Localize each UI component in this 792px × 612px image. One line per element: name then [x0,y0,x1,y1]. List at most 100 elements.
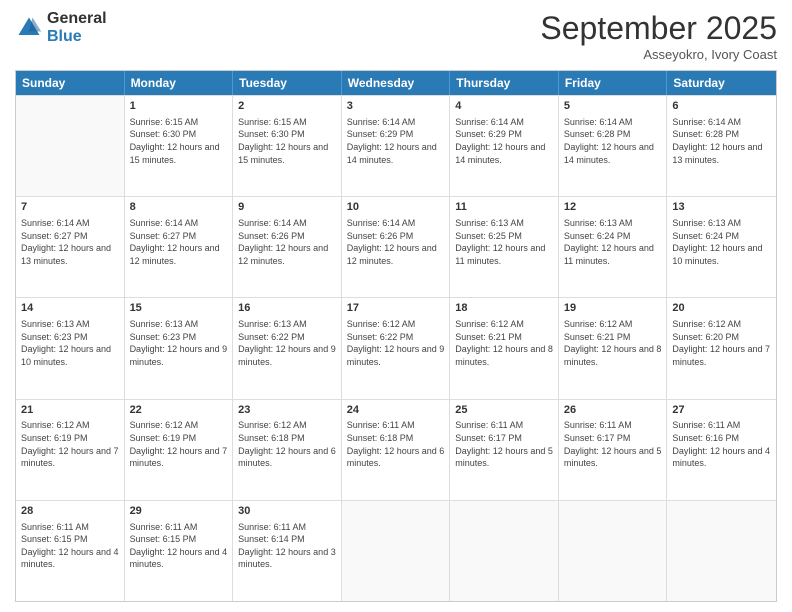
calendar-day-empty [559,501,668,601]
day-info-2: Sunrise: 6:15 AM Sunset: 6:30 PM Dayligh… [238,116,336,166]
day-info-12: Sunrise: 6:13 AM Sunset: 6:24 PM Dayligh… [564,217,662,267]
calendar-day-23: 23Sunrise: 6:12 AM Sunset: 6:18 PM Dayli… [233,400,342,500]
day-info-3: Sunrise: 6:14 AM Sunset: 6:29 PM Dayligh… [347,116,445,166]
calendar-day-1: 1 Sunrise: 6:15 AM Sunset: 6:30 PM Daylig… [125,96,234,196]
day-number-3: 3 [347,99,445,114]
day-info-14: Sunrise: 6:13 AM Sunset: 6:23 PM Dayligh… [21,318,119,368]
calendar: SundayMondayTuesdayWednesdayThursdayFrid… [15,70,777,602]
calendar-week-2: 7 Sunrise: 6:14 AM Sunset: 6:27 PM Daylig… [16,196,776,297]
day-info-28: Sunrise: 6:11 AM Sunset: 6:15 PM Dayligh… [21,521,119,571]
day-number-23: 23 [238,403,336,418]
day-info-13: Sunrise: 6:13 AM Sunset: 6:24 PM Dayligh… [672,217,771,267]
calendar-day-18: 18 Sunrise: 6:12 AM Sunset: 6:21 PM Dayli… [450,298,559,398]
day-number-9: 9 [238,200,336,215]
calendar-day-12: 12Sunrise: 6:13 AM Sunset: 6:24 PM Dayli… [559,197,668,297]
day-number-7: 7 [21,200,119,215]
day-number-1: 1 [130,99,228,114]
calendar-body: 1 Sunrise: 6:15 AM Sunset: 6:30 PM Daylig… [16,95,776,601]
day-info-20: Sunrise: 6:12 AM Sunset: 6:20 PM Dayligh… [672,318,771,368]
day-number-22: 22 [130,403,228,418]
header: General Blue September 2025 Asseyokro, I… [15,10,777,62]
day-number-13: 13 [672,200,771,215]
day-number-17: 17 [347,301,445,316]
header-day-sunday: Sunday [16,71,125,95]
calendar-day-26: 26Sunrise: 6:11 AM Sunset: 6:17 PM Dayli… [559,400,668,500]
day-info-29: Sunrise: 6:11 AM Sunset: 6:15 PM Dayligh… [130,521,228,571]
calendar-day-7: 7 Sunrise: 6:14 AM Sunset: 6:27 PM Daylig… [16,197,125,297]
calendar-day-20: 20 Sunrise: 6:12 AM Sunset: 6:20 PM Dayli… [667,298,776,398]
calendar-day-17: 17Sunrise: 6:12 AM Sunset: 6:22 PM Dayli… [342,298,451,398]
calendar-day-30: 30Sunrise: 6:11 AM Sunset: 6:14 PM Dayli… [233,501,342,601]
calendar-day-16: 16 Sunrise: 6:13 AM Sunset: 6:22 PM Dayli… [233,298,342,398]
calendar-day-empty [450,501,559,601]
logo-general-text: General [47,10,107,28]
day-number-14: 14 [21,301,119,316]
logo-icon [15,14,43,42]
header-day-wednesday: Wednesday [342,71,451,95]
header-day-friday: Friday [559,71,668,95]
day-number-10: 10 [347,200,445,215]
calendar-day-25: 25Sunrise: 6:11 AM Sunset: 6:17 PM Dayli… [450,400,559,500]
header-day-tuesday: Tuesday [233,71,342,95]
logo-text: General Blue [47,10,107,45]
header-day-monday: Monday [125,71,234,95]
day-number-21: 21 [21,403,119,418]
day-number-8: 8 [130,200,228,215]
calendar-header-row: SundayMondayTuesdayWednesdayThursdayFrid… [16,71,776,95]
day-info-25: Sunrise: 6:11 AM Sunset: 6:17 PM Dayligh… [455,419,553,469]
day-number-18: 18 [455,301,553,316]
calendar-day-11: 11 Sunrise: 6:13 AM Sunset: 6:25 PM Dayli… [450,197,559,297]
day-number-6: 6 [672,99,771,114]
day-info-18: Sunrise: 6:12 AM Sunset: 6:21 PM Dayligh… [455,318,553,368]
day-info-1: Sunrise: 6:15 AM Sunset: 6:30 PM Dayligh… [130,116,228,166]
day-info-21: Sunrise: 6:12 AM Sunset: 6:19 PM Dayligh… [21,419,119,469]
day-info-19: Sunrise: 6:12 AM Sunset: 6:21 PM Dayligh… [564,318,662,368]
calendar-day-4: 4 Sunrise: 6:14 AM Sunset: 6:29 PM Daylig… [450,96,559,196]
day-info-9: Sunrise: 6:14 AM Sunset: 6:26 PM Dayligh… [238,217,336,267]
day-number-29: 29 [130,504,228,519]
month-title: September 2025 [540,10,777,47]
day-number-25: 25 [455,403,553,418]
day-info-15: Sunrise: 6:13 AM Sunset: 6:23 PM Dayligh… [130,318,228,368]
day-number-5: 5 [564,99,662,114]
day-info-11: Sunrise: 6:13 AM Sunset: 6:25 PM Dayligh… [455,217,553,267]
calendar-day-empty [342,501,451,601]
calendar-day-14: 14 Sunrise: 6:13 AM Sunset: 6:23 PM Dayli… [16,298,125,398]
location-subtitle: Asseyokro, Ivory Coast [540,47,777,62]
calendar-day-15: 15 Sunrise: 6:13 AM Sunset: 6:23 PM Dayli… [125,298,234,398]
day-info-4: Sunrise: 6:14 AM Sunset: 6:29 PM Dayligh… [455,116,553,166]
calendar-day-27: 27Sunrise: 6:11 AM Sunset: 6:16 PM Dayli… [667,400,776,500]
calendar-day-9: 9 Sunrise: 6:14 AM Sunset: 6:26 PM Daylig… [233,197,342,297]
calendar-week-4: 21Sunrise: 6:12 AM Sunset: 6:19 PM Dayli… [16,399,776,500]
calendar-day-10: 10 Sunrise: 6:14 AM Sunset: 6:26 PM Dayli… [342,197,451,297]
day-number-27: 27 [672,403,771,418]
day-number-4: 4 [455,99,553,114]
calendar-day-22: 22Sunrise: 6:12 AM Sunset: 6:19 PM Dayli… [125,400,234,500]
header-day-thursday: Thursday [450,71,559,95]
logo: General Blue [15,10,107,45]
day-number-11: 11 [455,200,553,215]
calendar-day-empty [16,96,125,196]
day-number-19: 19 [564,301,662,316]
calendar-week-5: 28 Sunrise: 6:11 AM Sunset: 6:15 PM Dayli… [16,500,776,601]
calendar-day-24: 24Sunrise: 6:11 AM Sunset: 6:18 PM Dayli… [342,400,451,500]
day-info-16: Sunrise: 6:13 AM Sunset: 6:22 PM Dayligh… [238,318,336,368]
day-number-20: 20 [672,301,771,316]
calendar-day-21: 21Sunrise: 6:12 AM Sunset: 6:19 PM Dayli… [16,400,125,500]
day-info-7: Sunrise: 6:14 AM Sunset: 6:27 PM Dayligh… [21,217,119,267]
calendar-day-29: 29 Sunrise: 6:11 AM Sunset: 6:15 PM Dayli… [125,501,234,601]
day-info-30: Sunrise: 6:11 AM Sunset: 6:14 PM Dayligh… [238,521,336,571]
title-block: September 2025 Asseyokro, Ivory Coast [540,10,777,62]
calendar-week-1: 1 Sunrise: 6:15 AM Sunset: 6:30 PM Daylig… [16,95,776,196]
day-info-8: Sunrise: 6:14 AM Sunset: 6:27 PM Dayligh… [130,217,228,267]
day-number-28: 28 [21,504,119,519]
day-info-5: Sunrise: 6:14 AM Sunset: 6:28 PM Dayligh… [564,116,662,166]
calendar-day-2: 2Sunrise: 6:15 AM Sunset: 6:30 PM Daylig… [233,96,342,196]
day-number-15: 15 [130,301,228,316]
logo-blue-text: Blue [47,28,107,46]
page: General Blue September 2025 Asseyokro, I… [0,0,792,612]
day-info-10: Sunrise: 6:14 AM Sunset: 6:26 PM Dayligh… [347,217,445,267]
day-info-27: Sunrise: 6:11 AM Sunset: 6:16 PM Dayligh… [672,419,771,469]
day-number-16: 16 [238,301,336,316]
day-info-22: Sunrise: 6:12 AM Sunset: 6:19 PM Dayligh… [130,419,228,469]
